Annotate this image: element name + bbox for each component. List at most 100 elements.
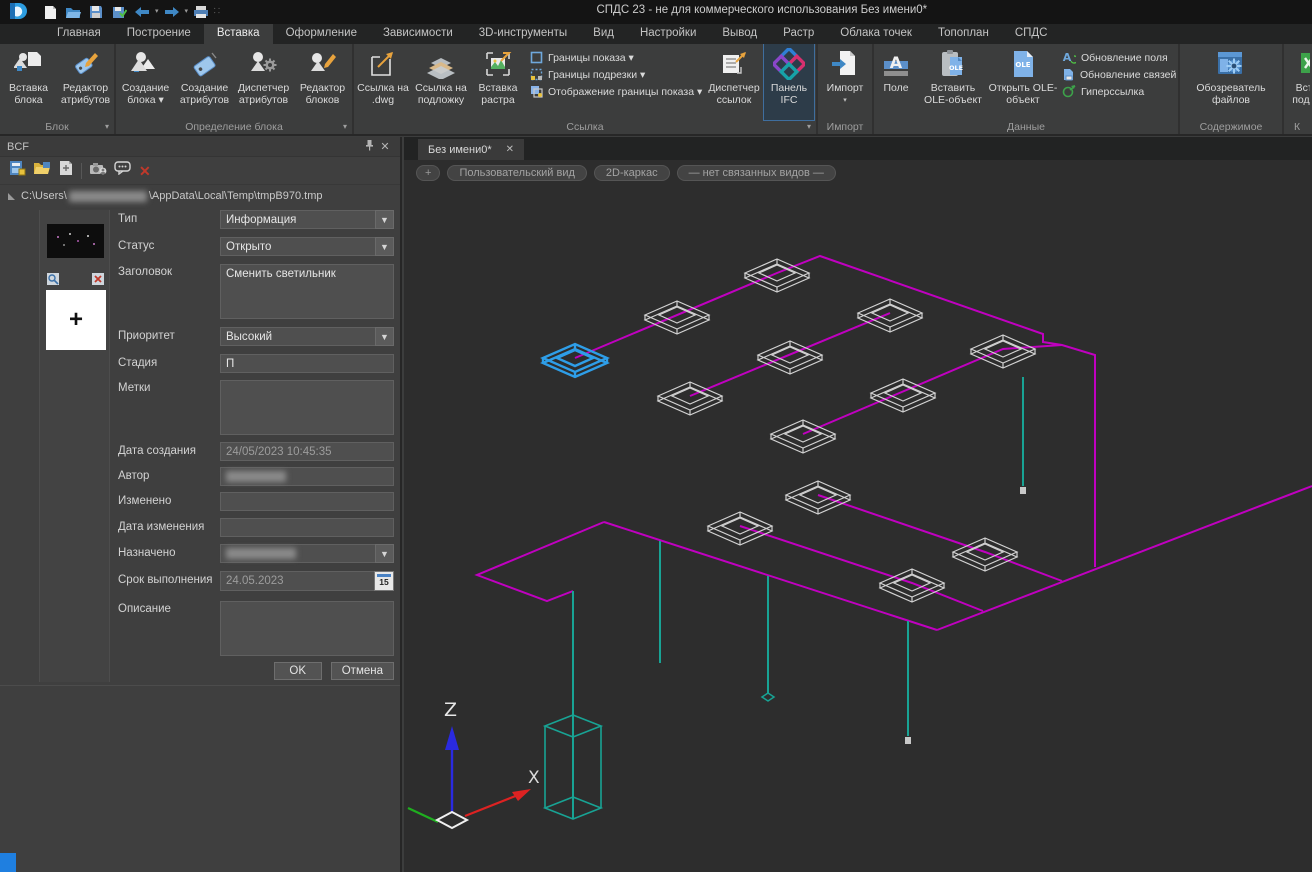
redacted-author <box>226 471 286 482</box>
assigned-select[interactable]: ▼ <box>220 544 394 563</box>
bcf-save-icon[interactable] <box>58 160 74 181</box>
undo-caret-icon[interactable]: ▾ <box>155 3 159 21</box>
import-button[interactable]: Импорт ▾ <box>818 44 872 120</box>
save-icon[interactable] <box>86 3 106 21</box>
file-browser-button[interactable]: Обозреватель файлов <box>1183 44 1279 120</box>
xref-dialog-launcher-icon[interactable]: ▾ <box>807 120 811 134</box>
xref-dwg-button[interactable]: Ссылка на .dwg <box>354 44 412 120</box>
tags-textarea[interactable] <box>220 380 394 435</box>
close-panel-icon[interactable]: ✕ <box>377 140 393 153</box>
app-logo-icon[interactable] <box>0 0 34 24</box>
view-pill[interactable]: — нет связанных видов — <box>677 165 836 181</box>
field-update-button[interactable]: A Обновление поля <box>1062 51 1174 64</box>
zoom-viewpoint-icon[interactable] <box>47 272 59 290</box>
menu-tab-Оформление[interactable]: Оформление <box>273 24 370 44</box>
partial-button[interactable]: Вста подло <box>1284 44 1310 120</box>
display-bounds-button[interactable]: Отображение границы показа ▾ <box>530 85 700 98</box>
attribute-editor-label: Редактор атрибутов <box>57 83 114 106</box>
block-editor-button[interactable]: Редактор блоков <box>293 44 352 120</box>
block-dialog-launcher-icon[interactable]: ▾ <box>105 120 109 134</box>
chevron-down-icon[interactable]: ▼ <box>375 210 394 229</box>
chevron-down-icon[interactable]: ▼ <box>375 544 394 563</box>
bcf-path-row[interactable]: C:\Users\\AppData\Local\Temp\tmpB970.tmp <box>0 185 400 207</box>
redo-icon[interactable] <box>162 3 182 21</box>
viewpoint-thumbnail[interactable] <box>47 224 104 258</box>
collapse-triangle-icon[interactable] <box>8 193 15 200</box>
priority-select[interactable]: Высокий▼ <box>220 327 394 346</box>
clip-bounds-button[interactable]: Границы подрезки ▾ <box>530 68 700 81</box>
redo-caret-icon[interactable]: ▾ <box>185 3 189 21</box>
menu-tab-Вставка[interactable]: Вставка <box>204 24 273 44</box>
menu-tab-Настройки[interactable]: Настройки <box>627 24 709 44</box>
menu-tab-Растр[interactable]: Растр <box>770 24 827 44</box>
save-all-icon[interactable] <box>109 3 129 21</box>
due-input[interactable]: 24.05.2023 15 <box>220 571 394 591</box>
attribute-editor-button[interactable]: Редактор атрибутов <box>57 44 114 120</box>
blockdef-dialog-launcher-icon[interactable]: ▾ <box>343 120 347 134</box>
menu-tab-Главная[interactable]: Главная <box>44 24 114 44</box>
bcf-panel: BCF ✕ ✕ C:\Users\\AppData\Local\Temp\tmp… <box>0 137 402 872</box>
close-tab-icon[interactable]: ✕ <box>506 144 514 155</box>
description-textarea[interactable] <box>220 601 394 656</box>
status-select[interactable]: Открыто▼ <box>220 237 394 256</box>
menu-tab-Облака точек[interactable]: Облака точек <box>827 24 925 44</box>
stage-input[interactable]: П <box>220 354 394 373</box>
ifc-panel-button[interactable]: Панель IFC <box>764 44 814 120</box>
document-tab[interactable]: Без имени0* ✕ <box>418 139 524 160</box>
create-block-button[interactable]: Создание блока ▾ <box>116 44 175 120</box>
pin-icon[interactable] <box>361 140 377 154</box>
modified-date-input[interactable] <box>220 518 394 537</box>
menu-tab-СПДС[interactable]: СПДС <box>1002 24 1061 44</box>
add-view-pill[interactable]: + <box>416 165 440 181</box>
type-select[interactable]: Информация▼ <box>220 210 394 229</box>
ole-open-button[interactable]: OLE Открыть OLE-объект <box>988 44 1058 120</box>
bcf-comment-icon[interactable] <box>114 161 132 180</box>
view-pill[interactable]: Пользовательский вид <box>447 165 586 181</box>
undo-icon[interactable] <box>132 3 152 21</box>
wire-polyline <box>818 495 1062 581</box>
chevron-down-icon[interactable]: ▼ <box>375 237 394 256</box>
bcf-new-icon[interactable] <box>9 160 26 181</box>
new-file-icon[interactable] <box>40 3 60 21</box>
x-axis-arrow-icon <box>512 789 531 801</box>
add-viewpoint-tile[interactable]: + <box>46 290 106 350</box>
attribute-manager-icon <box>248 48 280 80</box>
x-axis-line <box>465 795 518 816</box>
import-icon <box>829 48 861 80</box>
cancel-button[interactable]: Отмена <box>331 662 394 680</box>
open-icon[interactable] <box>63 3 83 21</box>
chevron-down-icon[interactable]: ▼ <box>375 327 394 346</box>
ole-insert-button[interactable]: OLE Вставить OLE-объект <box>918 44 988 120</box>
title-textarea[interactable]: Сменить светильник <box>220 264 394 319</box>
xref-manager-button[interactable]: Диспетчер ссылок <box>704 44 764 120</box>
menu-tab-3D-инструменты[interactable]: 3D-инструменты <box>466 24 580 44</box>
delete-viewpoint-icon[interactable] <box>92 272 104 290</box>
hyperlink-button[interactable]: Гиперссылка <box>1062 85 1174 98</box>
ok-button[interactable]: OK <box>274 662 322 680</box>
ribbon-group-partial: Вста подло К <box>1284 44 1310 134</box>
links-update-button[interactable]: Обновление связей <box>1062 68 1174 81</box>
bcf-viewpoint-icon[interactable] <box>89 161 107 181</box>
modified-by-input[interactable] <box>220 492 394 511</box>
menu-tab-Вывод[interactable]: Вывод <box>709 24 770 44</box>
raster-insert-button[interactable]: Вставка растра <box>470 44 526 120</box>
bcf-open-icon[interactable] <box>33 161 51 181</box>
menu-tab-Построение[interactable]: Построение <box>114 24 204 44</box>
field-button[interactable]: A Поле <box>874 44 918 120</box>
menu-tab-Зависимости[interactable]: Зависимости <box>370 24 466 44</box>
qat-more-icon[interactable]: ⸬ <box>214 3 220 21</box>
xref-underlay-button[interactable]: Ссылка на подложку <box>412 44 470 120</box>
svg-text:OLE: OLE <box>1015 61 1030 69</box>
view-pill[interactable]: 2D-каркас <box>594 165 670 181</box>
create-attributes-button[interactable]: Создание атрибутов <box>175 44 234 120</box>
calendar-icon[interactable]: 15 <box>374 571 394 591</box>
attribute-manager-button[interactable]: Диспетчер атрибутов <box>234 44 293 120</box>
drawing-canvas[interactable]: + Пользовательский вид 2D-каркас — нет связ… <box>404 160 1312 872</box>
menu-tab-Вид[interactable]: Вид <box>580 24 627 44</box>
print-icon[interactable] <box>191 3 211 21</box>
show-bounds-button[interactable]: Границы показа ▾ <box>530 51 700 64</box>
menu-tab-Топоплан[interactable]: Топоплан <box>925 24 1002 44</box>
bcf-delete-icon[interactable]: ✕ <box>139 164 151 178</box>
group-label-data: Данные <box>1007 121 1045 133</box>
insert-block-button[interactable]: Вставка блока <box>0 44 57 120</box>
